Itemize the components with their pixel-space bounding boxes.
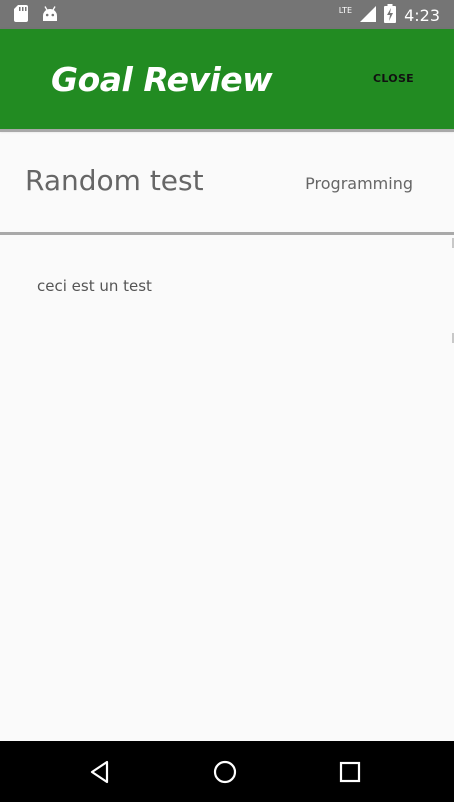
sd-card-icon bbox=[14, 5, 28, 26]
goal-title: Random test bbox=[25, 164, 204, 197]
home-icon bbox=[210, 760, 240, 791]
goal-header: Random test Programming bbox=[0, 132, 454, 232]
close-button[interactable]: CLOSE bbox=[373, 72, 414, 85]
goal-category: Programming bbox=[305, 174, 413, 193]
status-bar: LTE 4:23 bbox=[0, 0, 454, 29]
battery-charging-icon bbox=[384, 4, 397, 27]
back-button[interactable] bbox=[85, 757, 115, 787]
screen: LTE 4:23 Goal Review CLOSE Random test P… bbox=[0, 0, 454, 802]
navigation-bar bbox=[0, 741, 454, 802]
back-icon bbox=[85, 760, 115, 791]
recents-button[interactable] bbox=[335, 757, 365, 787]
header-divider bbox=[0, 232, 454, 235]
app-bar: Goal Review CLOSE bbox=[0, 29, 454, 129]
app-title: Goal Review bbox=[51, 60, 273, 99]
home-button[interactable] bbox=[210, 757, 240, 787]
recents-icon bbox=[335, 761, 365, 791]
android-icon bbox=[42, 5, 58, 26]
lte-signal-icon bbox=[360, 5, 377, 26]
network-type-label: LTE bbox=[338, 6, 353, 15]
status-time: 4:23 bbox=[404, 6, 440, 25]
goal-description: ceci est un test bbox=[37, 277, 152, 295]
